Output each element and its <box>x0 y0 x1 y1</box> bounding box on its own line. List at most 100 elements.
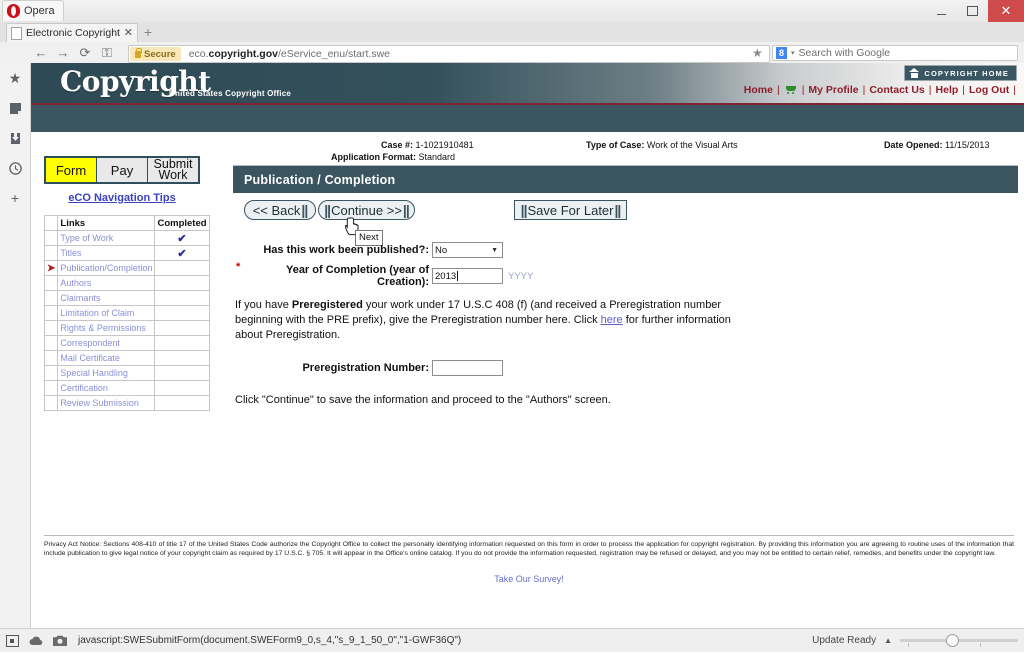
copyright-home-button[interactable]: COPYRIGHT HOME <box>904 65 1017 81</box>
sidebar-item-special-handling[interactable]: Special Handling <box>57 365 156 381</box>
sidebar-item-label: Publication/Completion <box>60 263 153 273</box>
sidebar-item-type-of-work[interactable]: Type of Work <box>57 230 156 246</box>
reload-icon[interactable]: ⟳ <box>74 42 96 63</box>
current-step-arrow-icon: ➤ <box>43 260 59 276</box>
sidebar-toggle-icon[interactable] <box>0 629 24 652</box>
table-row[interactable]: Review Submission <box>43 395 210 411</box>
window-titlebar: Opera ✕ <box>0 0 1024 23</box>
marker-cell <box>43 380 59 396</box>
table-row[interactable]: Authors <box>43 275 210 291</box>
table-row[interactable]: Correspondent <box>43 335 210 351</box>
sidebar-item-rights-permissions[interactable]: Rights & Permissions <box>57 320 156 336</box>
chevron-down-icon[interactable]: ▾ <box>791 49 795 57</box>
back-button[interactable]: << Back || <box>244 200 316 220</box>
link-log-out[interactable]: Log Out <box>969 84 1009 96</box>
year-input[interactable]: 2013 <box>432 268 503 284</box>
table-row[interactable]: Type of Work ✔ <box>43 230 210 246</box>
separator: | <box>1013 84 1016 96</box>
minimize-button[interactable] <box>926 0 957 22</box>
completed-cell <box>154 260 210 276</box>
forward-icon[interactable]: → <box>52 42 74 63</box>
marker-column-header <box>43 215 59 231</box>
close-button[interactable]: ✕ <box>988 0 1024 22</box>
back-icon[interactable]: ← <box>30 42 52 63</box>
downloads-icon[interactable] <box>6 129 24 147</box>
chevron-up-icon[interactable]: ▲ <box>884 636 892 645</box>
marker-cell <box>43 335 59 351</box>
camera-icon[interactable] <box>48 629 72 652</box>
close-icon[interactable]: ✕ <box>124 27 133 39</box>
completed-column-header: Completed <box>154 215 210 231</box>
button-bars: || <box>520 202 528 218</box>
table-row[interactable]: Rights & Permissions <box>43 320 210 336</box>
maximize-button[interactable] <box>957 0 988 22</box>
update-ready-label[interactable]: Update Ready <box>812 635 876 646</box>
sidebar-item-label: Claimants <box>60 293 101 303</box>
completed-cell: ✔ <box>154 245 210 261</box>
table-row[interactable]: Claimants <box>43 290 210 306</box>
save-for-later-button[interactable]: || Save For Later || <box>514 200 627 220</box>
form-button-row: << Back || || Continue >> || || Save For… <box>233 200 1018 246</box>
browser-window: Opera ✕ Electronic Copyright O... ✕ + ← … <box>0 0 1024 652</box>
step-tab-pay[interactable]: Pay <box>97 158 148 182</box>
sidebar-item-limitation-of-claim[interactable]: Limitation of Claim <box>57 305 156 321</box>
sidebar-item-review-submission[interactable]: Review Submission <box>57 395 156 411</box>
url-domain: copyright.gov <box>208 48 278 60</box>
browser-tab[interactable]: Electronic Copyright O... ✕ <box>6 23 138 42</box>
browser-tab-title: Electronic Copyright O... <box>26 27 120 39</box>
table-row[interactable]: ➤ Publication/Completion <box>43 260 210 276</box>
link-contact-us[interactable]: Contact Us <box>869 84 924 96</box>
eco-navigation-tips-link[interactable]: eCO Navigation Tips <box>44 192 200 204</box>
continue-button[interactable]: || Continue >> || <box>318 200 415 220</box>
prereg-number-input[interactable] <box>432 360 503 376</box>
sidebar-item-publication-completion[interactable]: Publication/Completion <box>57 260 156 276</box>
link-my-profile[interactable]: My Profile <box>808 84 858 96</box>
completed-cell <box>154 320 210 336</box>
plus-icon[interactable]: + <box>6 189 24 207</box>
sidebar-item-titles[interactable]: Titles <box>57 245 156 261</box>
sidebar-item-label: Special Handling <box>60 368 128 378</box>
browser-navbar: ← → ⟳ ⚿ Secure eco.copyright.gov/eServic… <box>0 42 1024 64</box>
check-icon: ✔ <box>177 247 187 260</box>
check-icon: ✔ <box>177 232 187 245</box>
search-input[interactable]: 8 ▾ Search with Google <box>772 45 1018 61</box>
type-of-case-value: Work of the Visual Arts <box>646 140 738 150</box>
table-row[interactable]: Special Handling <box>43 365 210 381</box>
opera-window-tab[interactable]: Opera <box>2 0 64 21</box>
survey-link[interactable]: Take Our Survey! <box>44 574 1014 584</box>
sidebar-item-certification[interactable]: Certification <box>57 380 156 396</box>
address-bar[interactable]: Secure eco.copyright.gov/eService_enu/st… <box>128 45 770 63</box>
cloud-icon[interactable] <box>24 629 48 652</box>
sidebar-item-correspondent[interactable]: Correspondent <box>57 335 156 351</box>
sidebar-item-mail-certificate[interactable]: Mail Certificate <box>57 350 156 366</box>
shopping-cart-icon[interactable] <box>784 85 798 95</box>
published-select[interactable]: No ▼ <box>432 242 503 258</box>
table-row[interactable]: Certification <box>43 380 210 396</box>
zoom-slider[interactable] <box>900 634 1018 647</box>
sidebar-item-authors[interactable]: Authors <box>57 275 156 291</box>
link-home[interactable]: Home <box>744 84 773 96</box>
link-help[interactable]: Help <box>936 84 959 96</box>
separator: | <box>801 84 805 96</box>
step-tab-submit-work[interactable]: Submit Work <box>148 158 198 182</box>
button-bars: || <box>614 202 622 218</box>
table-row[interactable]: Limitation of Claim <box>43 305 210 321</box>
browser-statusbar: javascript:SWESubmitForm(document.SWEFor… <box>0 628 1024 652</box>
new-tab-button[interactable]: + <box>140 25 156 40</box>
separator: | <box>962 84 966 96</box>
published-label: Has this work been published?: <box>263 244 429 256</box>
step-tab-form[interactable]: Form <box>46 158 97 182</box>
history-icon[interactable] <box>6 159 24 177</box>
news-icon[interactable] <box>6 99 24 117</box>
preregistration-here-link[interactable]: here <box>601 314 623 326</box>
sidebar-item-claimants[interactable]: Claimants <box>57 290 156 306</box>
table-row[interactable]: Titles ✔ <box>43 245 210 261</box>
star-icon[interactable]: ★ <box>6 69 24 87</box>
zoom-knob[interactable] <box>946 634 959 647</box>
key-icon[interactable]: ⚿ <box>96 42 118 63</box>
search-placeholder: Search with Google <box>798 47 891 59</box>
case-number: Case #: 1-1021910481 <box>381 140 474 150</box>
prereg-text-1: If you have <box>235 299 292 311</box>
bookmark-star-icon[interactable]: ★ <box>752 46 763 60</box>
table-row[interactable]: Mail Certificate <box>43 350 210 366</box>
